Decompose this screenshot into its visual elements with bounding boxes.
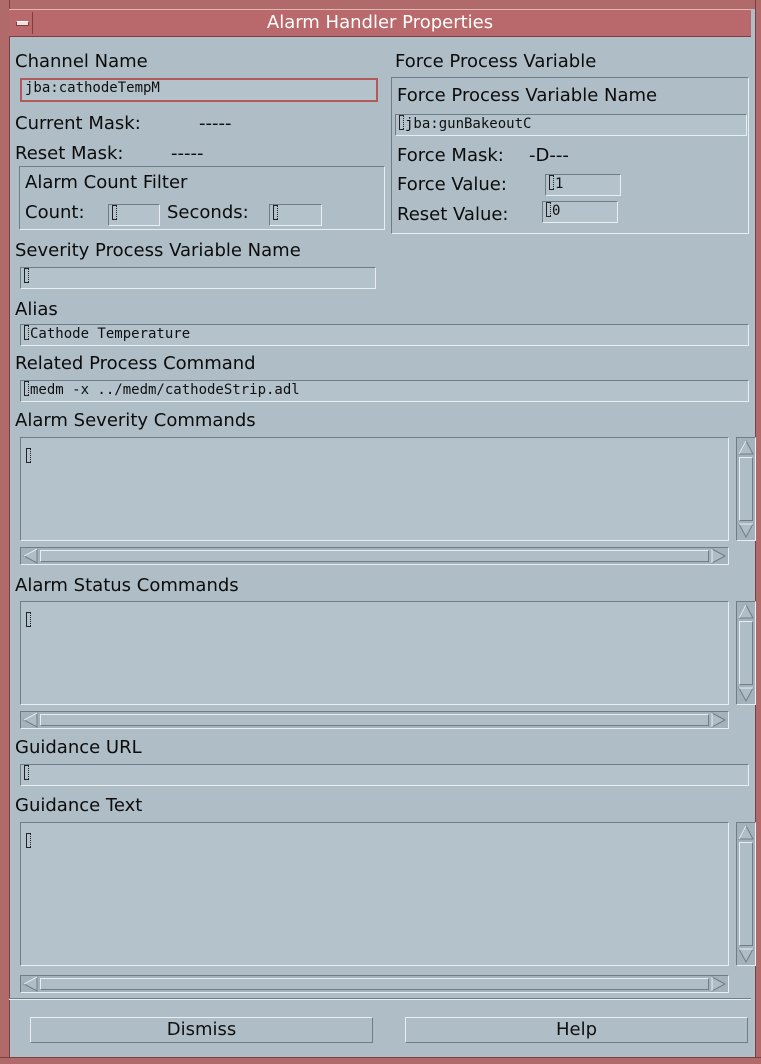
guidance-text-hscroll-thumb[interactable] xyxy=(40,978,709,990)
text-cursor-icon xyxy=(26,833,31,848)
text-cursor-icon xyxy=(24,325,29,340)
count-field[interactable] xyxy=(108,204,160,226)
guidance-url-label: Guidance URL xyxy=(15,737,142,758)
guidance-url-field[interactable] xyxy=(20,764,749,786)
status-commands-hscroll-thumb[interactable] xyxy=(40,714,709,726)
text-cursor-icon xyxy=(26,448,31,463)
force-mask-value: -D--- xyxy=(529,145,569,166)
arrow-right-icon[interactable] xyxy=(711,712,727,728)
reset-value-field[interactable]: 0 xyxy=(542,201,618,223)
arrow-up-icon[interactable] xyxy=(738,439,754,455)
text-cursor-icon xyxy=(24,381,29,396)
alarm-count-filter-title: Alarm Count Filter xyxy=(25,172,188,193)
force-value-label: Force Value: xyxy=(397,174,507,195)
arrow-right-icon[interactable] xyxy=(711,976,727,992)
window-frame-bottom[interactable] xyxy=(0,1057,761,1064)
status-commands-vscroll[interactable] xyxy=(736,601,756,705)
arrow-right-icon[interactable] xyxy=(711,548,727,564)
alarm-count-filter-group: Alarm Count Filter Count: Seconds: xyxy=(19,166,385,230)
severity-commands-label: Alarm Severity Commands xyxy=(15,410,256,431)
severity-commands-hscroll-thumb[interactable] xyxy=(40,550,709,562)
current-mask-label: Current Mask: xyxy=(15,113,141,134)
severity-commands-textarea[interactable] xyxy=(20,437,729,541)
text-cursor-icon xyxy=(549,175,554,190)
severity-pv-label: Severity Process Variable Name xyxy=(15,240,301,261)
arrow-left-icon[interactable] xyxy=(22,548,38,564)
seconds-label: Seconds: xyxy=(167,202,249,223)
text-cursor-icon xyxy=(24,765,29,780)
force-pv-section-label: Force Process Variable xyxy=(395,51,597,72)
window-frame-top[interactable] xyxy=(0,0,761,9)
reset-mask-value: ----- xyxy=(171,143,204,164)
reset-value-label: Reset Value: xyxy=(397,204,509,225)
related-command-field[interactable]: medm -x ../medm/cathodeStrip.adl xyxy=(20,380,749,402)
dialog-window: Alarm Handler Properties Channel Name jb… xyxy=(0,0,761,1064)
arrow-left-icon[interactable] xyxy=(22,712,38,728)
window-title: Alarm Handler Properties xyxy=(266,12,494,33)
status-commands-textarea[interactable] xyxy=(20,601,729,705)
force-pv-name-field[interactable]: jba:gunBakeoutC xyxy=(395,114,747,136)
seconds-field[interactable] xyxy=(269,204,322,226)
dismiss-button[interactable]: Dismiss xyxy=(30,1017,373,1043)
force-pv-group: Force Process Variable Name jba:gunBakeo… xyxy=(391,77,749,234)
text-cursor-icon xyxy=(546,202,551,217)
channel-name-field[interactable]: jba:cathodeTempM xyxy=(20,78,378,102)
guidance-text-textarea[interactable] xyxy=(20,822,729,966)
force-mask-label: Force Mask: xyxy=(397,145,504,166)
status-commands-hscroll[interactable] xyxy=(20,711,729,729)
title-bar[interactable]: Alarm Handler Properties xyxy=(9,9,751,37)
arrow-up-icon[interactable] xyxy=(738,824,754,840)
status-commands-vscroll-thumb[interactable] xyxy=(739,621,753,685)
channel-name-label: Channel Name xyxy=(15,51,148,72)
related-command-label: Related Process Command xyxy=(15,353,256,374)
severity-pv-field[interactable] xyxy=(20,267,376,289)
button-separator xyxy=(9,998,751,1000)
guidance-text-label: Guidance Text xyxy=(15,795,143,816)
help-button[interactable]: Help xyxy=(405,1017,748,1043)
alias-field[interactable]: Cathode Temperature xyxy=(20,324,749,346)
status-commands-label: Alarm Status Commands xyxy=(15,575,239,596)
text-cursor-icon xyxy=(112,205,117,220)
guidance-text-vscroll-thumb[interactable] xyxy=(739,842,753,946)
reset-mask-label: Reset Mask: xyxy=(15,143,124,164)
alias-label: Alias xyxy=(15,299,58,320)
arrow-left-icon[interactable] xyxy=(22,976,38,992)
severity-commands-vscroll-thumb[interactable] xyxy=(739,457,753,521)
guidance-text-hscroll[interactable] xyxy=(20,975,729,993)
severity-commands-hscroll[interactable] xyxy=(20,547,729,565)
text-cursor-icon xyxy=(399,115,404,130)
dialog-content: Channel Name jba:cathodeTempM Current Ma… xyxy=(9,37,756,1058)
guidance-text-vscroll[interactable] xyxy=(736,822,756,966)
count-label: Count: xyxy=(25,202,85,223)
text-cursor-icon xyxy=(26,612,31,627)
arrow-down-icon[interactable] xyxy=(738,687,754,703)
text-cursor-icon xyxy=(24,268,29,283)
severity-commands-vscroll[interactable] xyxy=(736,437,756,541)
force-pv-name-label: Force Process Variable Name xyxy=(397,85,658,106)
arrow-down-icon[interactable] xyxy=(738,523,754,539)
force-value-field[interactable]: 1 xyxy=(545,174,621,196)
arrow-down-icon[interactable] xyxy=(738,948,754,964)
current-mask-value: ----- xyxy=(199,113,232,134)
text-cursor-icon xyxy=(273,205,278,220)
arrow-up-icon[interactable] xyxy=(738,603,754,619)
